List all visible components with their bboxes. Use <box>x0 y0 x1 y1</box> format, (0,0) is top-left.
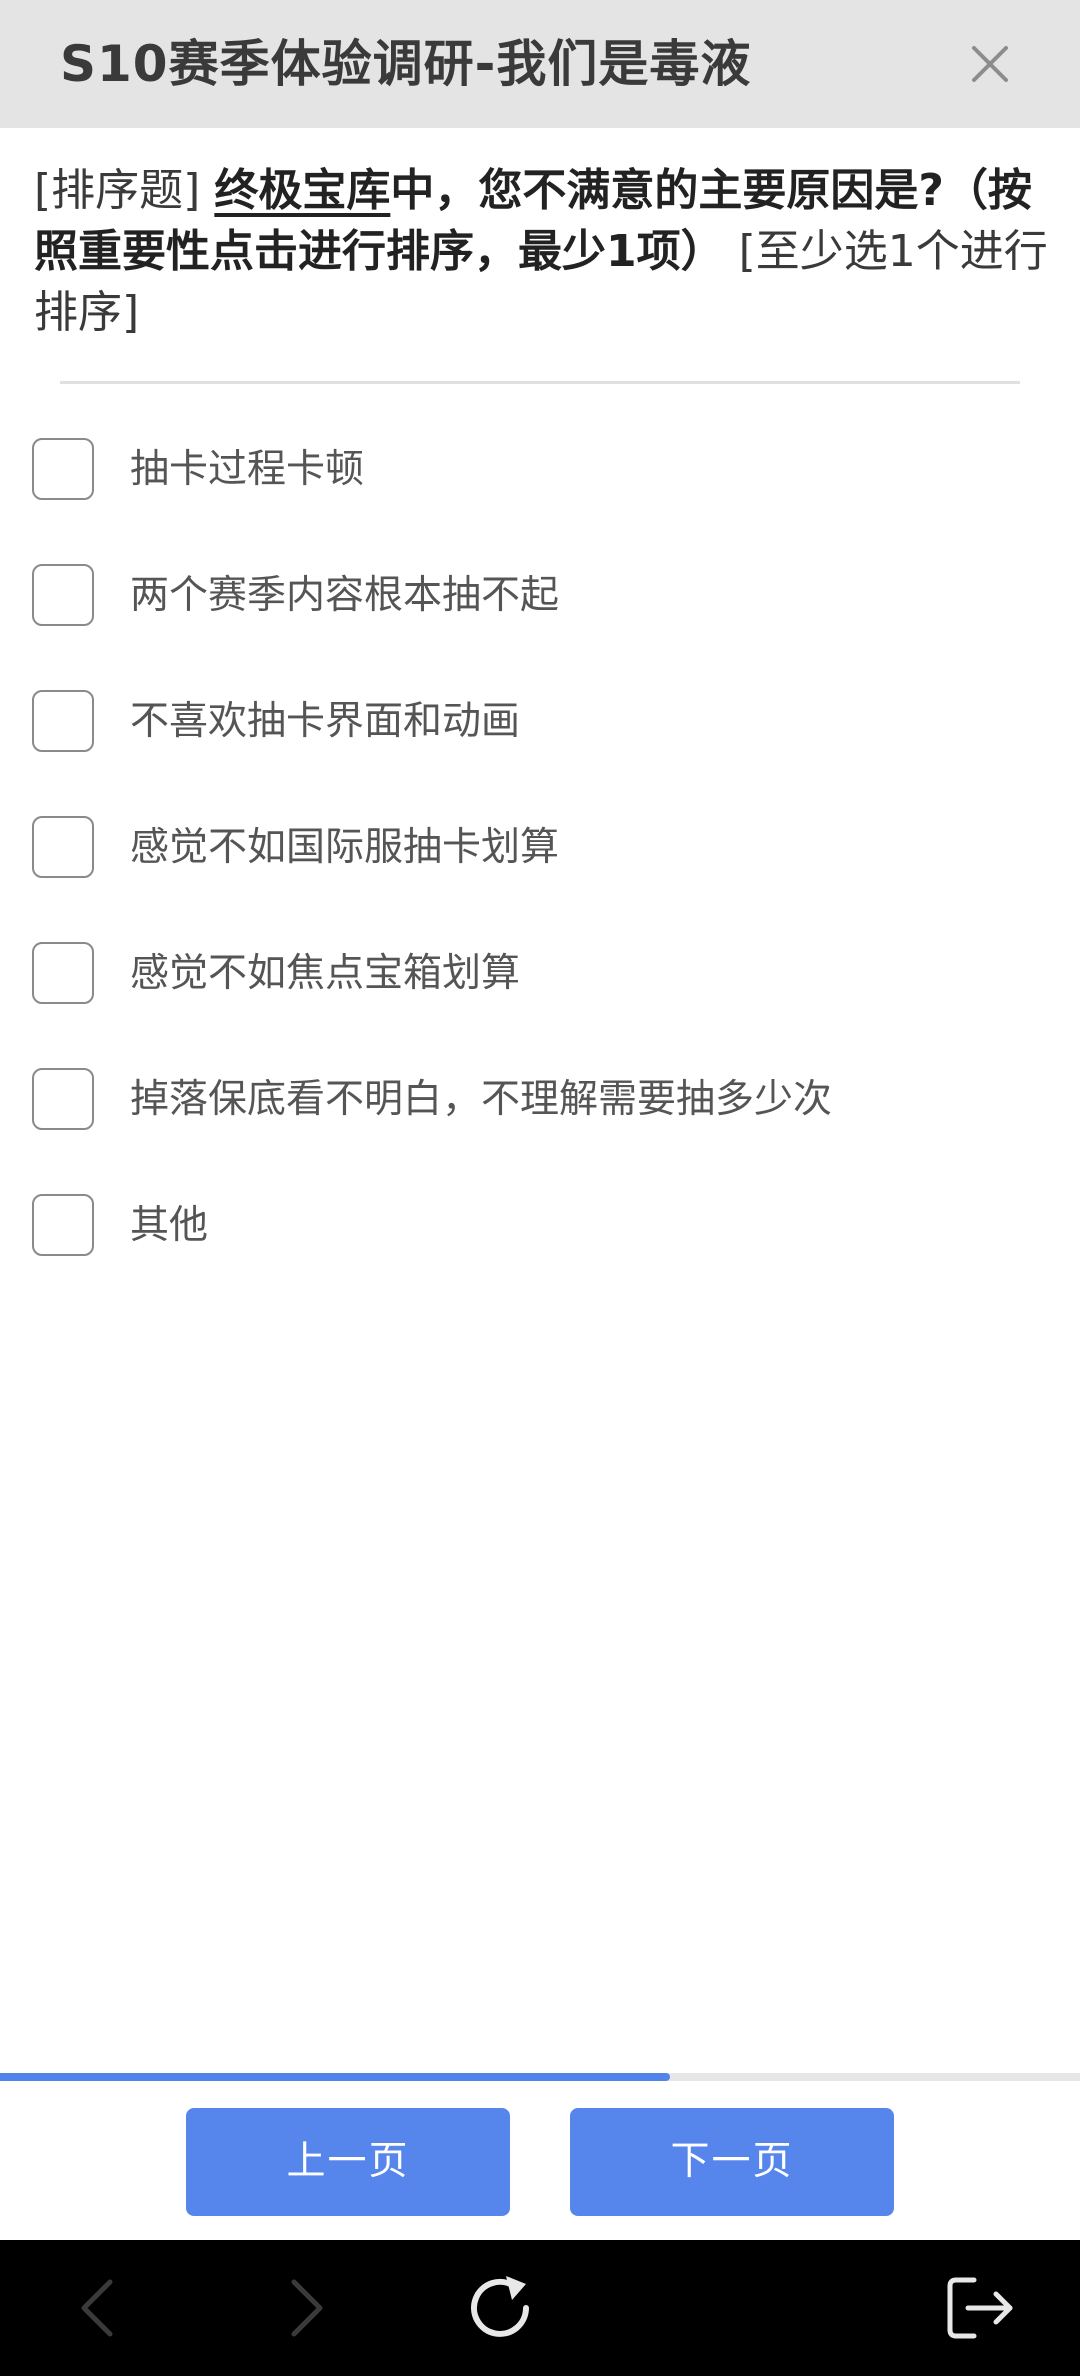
next-page-button[interactable]: 下一页 <box>570 2108 894 2216</box>
exit-icon <box>947 2277 1013 2339</box>
option-item[interactable]: 掉落保底看不明白，不理解需要抽多少次 <box>0 1050 1080 1150</box>
page-title: S10赛季体验调研-我们是毒液 <box>60 35 752 93</box>
option-item[interactable]: 两个赛季内容根本抽不起 <box>0 546 1080 646</box>
option-checkbox[interactable] <box>32 564 94 626</box>
option-item[interactable]: 感觉不如焦点宝箱划算 <box>0 924 1080 1024</box>
option-checkbox[interactable] <box>32 690 94 752</box>
progress-bar <box>0 2073 1080 2081</box>
option-checkbox[interactable] <box>32 1068 94 1130</box>
option-checkbox[interactable] <box>32 942 94 1004</box>
progress-bar-fill <box>0 2073 670 2081</box>
refresh-icon <box>471 2276 529 2337</box>
option-checkbox[interactable] <box>32 1194 94 1256</box>
prev-page-button[interactable]: 上一页 <box>186 2108 510 2216</box>
question-text: [排序题] 终极宝库中，您不满意的主要原因是?（按照重要性点击进行排序，最少1项… <box>34 160 1054 343</box>
forward-button[interactable] <box>264 2268 344 2348</box>
option-label: 不喜欢抽卡界面和动画 <box>130 699 521 744</box>
option-checkbox[interactable] <box>32 816 94 878</box>
close-icon <box>972 46 1008 82</box>
option-label: 其他 <box>130 1203 209 1248</box>
option-label: 两个赛季内容根本抽不起 <box>130 573 560 618</box>
option-label: 抽卡过程卡顿 <box>130 447 365 492</box>
browser-toolbar <box>0 2240 1080 2376</box>
option-item[interactable]: 感觉不如国际服抽卡划算 <box>0 798 1080 898</box>
back-icon <box>81 2279 113 2337</box>
option-item[interactable]: 抽卡过程卡顿 <box>0 420 1080 520</box>
close-button[interactable] <box>960 34 1020 94</box>
exit-button[interactable] <box>940 2268 1020 2348</box>
option-label: 掉落保底看不明白，不理解需要抽多少次 <box>130 1077 833 1122</box>
option-item[interactable]: 不喜欢抽卡界面和动画 <box>0 672 1080 772</box>
option-item[interactable]: 其他 <box>0 1176 1080 1276</box>
question-type-tag: [排序题] <box>34 165 201 216</box>
question-keyword: 终极宝库 <box>214 165 391 216</box>
option-label: 感觉不如焦点宝箱划算 <box>130 951 521 996</box>
option-label: 感觉不如国际服抽卡划算 <box>130 825 560 870</box>
back-button[interactable] <box>60 2268 140 2348</box>
refresh-button[interactable] <box>460 2268 540 2348</box>
forward-icon <box>291 2279 323 2337</box>
option-checkbox[interactable] <box>32 438 94 500</box>
survey-header: S10赛季体验调研-我们是毒液 <box>0 0 1080 128</box>
divider <box>60 381 1020 384</box>
